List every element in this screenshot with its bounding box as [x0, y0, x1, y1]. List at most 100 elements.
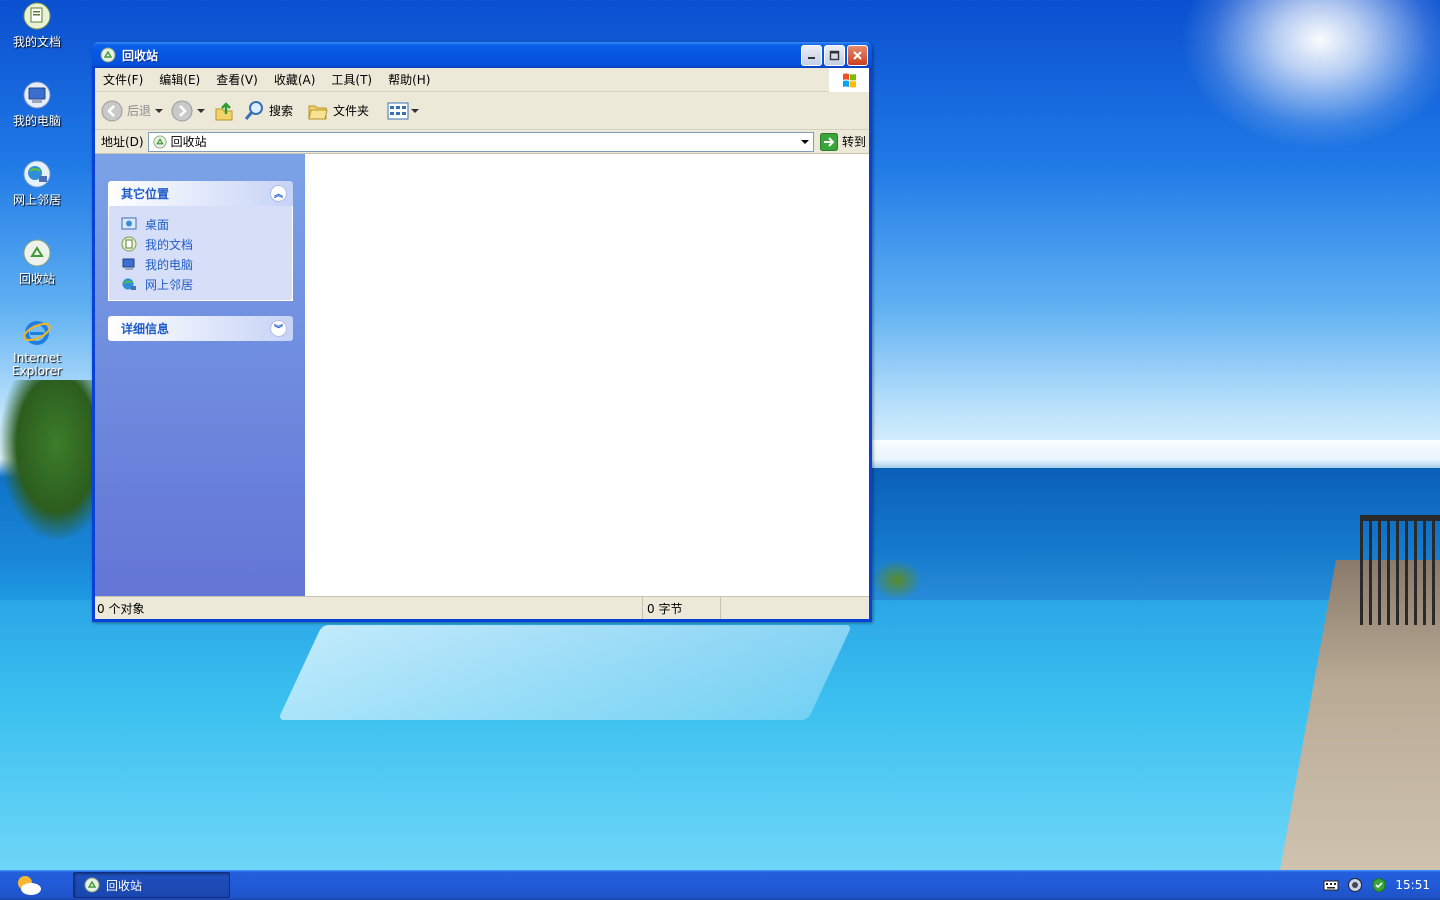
- network-icon: [122, 278, 136, 290]
- desktop-icon-my-computer[interactable]: 我的电脑: [4, 79, 70, 128]
- status-zone: [721, 597, 869, 619]
- status-object-count: 0 个对象: [95, 597, 643, 619]
- recycle-bin-icon: [100, 47, 116, 63]
- address-label: 地址(D): [101, 135, 144, 149]
- start-weather-icon: [18, 876, 41, 895]
- other-places-header[interactable]: 其它位置 ︽: [108, 181, 293, 206]
- address-bar: 地址(D) 回收站 转到: [95, 130, 869, 154]
- security-shield-icon[interactable]: [1347, 877, 1363, 893]
- other-places-panel: 其它位置 ︽ 桌面 我的文档 我的电脑 网上邻居: [108, 181, 293, 301]
- close-icon: [853, 50, 862, 60]
- desktop-icon-recycle-bin[interactable]: 回收站: [4, 237, 70, 286]
- folders-icon: [308, 105, 328, 119]
- recycle-bin-icon: [84, 877, 100, 893]
- desktop-icon-label: 回收站: [18, 272, 55, 286]
- menu-tools[interactable]: 工具(T): [323, 71, 380, 88]
- standard-toolbar: 后退 搜索 文件夹: [95, 92, 869, 130]
- go-arrow-icon: [819, 132, 838, 151]
- back-arrow-icon: [101, 100, 123, 121]
- search-icon: [244, 100, 264, 120]
- status-bar: 0 个对象 0 字节: [95, 596, 869, 619]
- forward-dropdown-icon[interactable]: [197, 108, 206, 113]
- maximize-button[interactable]: [824, 44, 845, 66]
- desktop-icon-internet-explorer[interactable]: Internet Explorer: [4, 316, 70, 378]
- place-my-documents-link[interactable]: 我的文档: [121, 234, 292, 254]
- address-input[interactable]: 回收站: [147, 131, 814, 152]
- back-button[interactable]: 后退: [101, 100, 164, 122]
- back-label: 后退: [127, 104, 152, 118]
- go-button[interactable]: 转到: [819, 132, 866, 151]
- desktop-icon-label: 我的电脑: [12, 114, 61, 128]
- go-label: 转到: [841, 135, 866, 149]
- address-value: 回收站: [170, 135, 207, 149]
- minimize-icon: [808, 56, 815, 59]
- place-desktop-link[interactable]: 桌面: [121, 214, 292, 234]
- desktop-icon-my-documents[interactable]: 我的文档: [4, 0, 70, 49]
- other-places-title: 其它位置: [121, 187, 170, 201]
- my-documents-icon: [21, 0, 53, 32]
- menu-edit[interactable]: 编辑(E): [151, 71, 208, 88]
- wallpaper-railing: [1360, 515, 1440, 625]
- collapse-chevron-icon[interactable]: ︽: [270, 185, 287, 202]
- menu-favorites[interactable]: 收藏(A): [266, 71, 324, 88]
- update-icon[interactable]: [1371, 877, 1387, 893]
- system-tray: 15:51: [1309, 870, 1440, 900]
- network-icon: [21, 158, 53, 190]
- views-button[interactable]: [387, 101, 420, 121]
- address-dropdown-button[interactable]: [797, 133, 813, 151]
- taskbar: 回收站 15:51: [0, 870, 1440, 900]
- desktop-icon-label: 我的文档: [12, 35, 61, 49]
- my-documents-icon: [121, 236, 137, 252]
- menu-bar: 文件(F) 编辑(E) 查看(V) 收藏(A) 工具(T) 帮助(H): [95, 67, 869, 92]
- folders-button[interactable]: 文件夹: [307, 100, 369, 122]
- window-title: 回收站: [122, 48, 159, 63]
- place-label: 桌面: [145, 217, 170, 232]
- menu-file[interactable]: 文件(F): [95, 71, 151, 88]
- recycle-bin-icon: [21, 237, 53, 269]
- wallpaper-sun: [1180, 0, 1440, 150]
- explorer-content: 其它位置 ︽ 桌面 我的文档 我的电脑 网上邻居 详细信息 ︾: [95, 154, 869, 596]
- title-bar[interactable]: 回收站: [92, 42, 872, 68]
- wallpaper-bush: [872, 560, 922, 600]
- wallpaper-horizon: [872, 440, 1440, 470]
- details-panel: 详细信息 ︾: [108, 316, 293, 341]
- place-network-link[interactable]: 网上邻居: [121, 274, 292, 294]
- back-dropdown-icon[interactable]: [155, 108, 164, 113]
- desktop-icon-network[interactable]: 网上邻居: [4, 158, 70, 207]
- task-pane: 其它位置 ︽ 桌面 我的文档 我的电脑 网上邻居 详细信息 ︾: [95, 154, 305, 596]
- place-label: 网上邻居: [145, 277, 194, 292]
- minimize-button[interactable]: [801, 44, 822, 66]
- internet-explorer-icon: [21, 316, 53, 348]
- chevron-down-icon: [800, 139, 809, 144]
- file-list-area[interactable]: [305, 154, 869, 596]
- views-dropdown-icon[interactable]: [411, 108, 420, 113]
- start-button[interactable]: [0, 870, 58, 900]
- details-header[interactable]: 详细信息 ︾: [108, 316, 293, 341]
- wallpaper-trees: [0, 380, 95, 540]
- expand-chevron-icon[interactable]: ︾: [270, 320, 287, 337]
- taskbar-task-label: 回收站: [106, 878, 143, 893]
- clock[interactable]: 15:51: [1395, 878, 1430, 892]
- maximize-icon: [829, 50, 840, 60]
- search-label: 搜索: [269, 104, 294, 118]
- keyboard-icon[interactable]: [1323, 878, 1339, 892]
- close-button[interactable]: [847, 44, 868, 66]
- recycle-bin-icon: [153, 134, 167, 149]
- my-computer-icon: [21, 79, 53, 111]
- folders-label: 文件夹: [333, 104, 370, 118]
- other-places-list: 桌面 我的文档 我的电脑 网上邻居: [108, 206, 293, 301]
- forward-button[interactable]: [171, 100, 206, 122]
- taskbar-recycle-bin-button[interactable]: 回收站: [73, 872, 230, 898]
- search-button[interactable]: 搜索: [243, 100, 293, 122]
- menu-help[interactable]: 帮助(H): [380, 71, 438, 88]
- menu-view[interactable]: 查看(V): [208, 71, 266, 88]
- forward-arrow-icon: [171, 100, 193, 121]
- place-my-computer-link[interactable]: 我的电脑: [121, 254, 292, 274]
- recycle-bin-window: 回收站 文件(F) 编辑(E) 查看(V) 收藏(A) 工具(T) 帮助(H) …: [92, 42, 872, 622]
- status-size: 0 字节: [643, 597, 721, 619]
- place-label: 我的文档: [145, 237, 194, 252]
- windows-logo-icon: [829, 67, 869, 92]
- my-computer-icon: [122, 258, 135, 270]
- place-label: 我的电脑: [145, 257, 194, 272]
- up-folder-button[interactable]: [213, 100, 235, 122]
